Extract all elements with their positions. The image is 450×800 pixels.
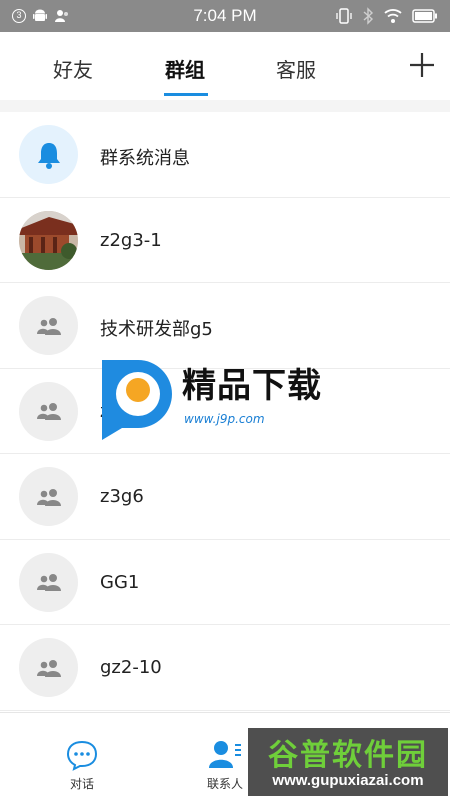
- wifi-icon: [384, 9, 402, 23]
- bell-icon: [37, 142, 60, 169]
- nav-item-chat[interactable]: 对话: [37, 719, 127, 797]
- group-name: 群系统消息: [100, 148, 190, 169]
- avatar: [19, 638, 78, 697]
- list-item[interactable]: gz2-10: [0, 625, 450, 711]
- group-name: gz2-10: [100, 657, 162, 678]
- group-icon: [36, 659, 61, 677]
- group-name: GG1: [100, 571, 140, 593]
- tab-groups[interactable]: 群组: [165, 54, 205, 83]
- group-icon: [36, 574, 61, 591]
- group-name: z2g3-1: [100, 229, 162, 251]
- j9p-watermark-url: www.j9p.com: [184, 412, 265, 426]
- vibrate-icon: [336, 8, 352, 24]
- avatar: [19, 381, 78, 441]
- nav-label-chat: 对话: [69, 777, 94, 791]
- user-status-icon: [55, 10, 68, 22]
- bluetooth-icon: [363, 7, 374, 25]
- gupu-watermark-url: www.gupuxiazai.com: [272, 772, 424, 789]
- status-bar: 3 7:04 PM: [0, 0, 450, 32]
- add-icon[interactable]: [407, 50, 437, 80]
- j9p-watermark: 精品下载 www.j9p.com: [98, 354, 358, 444]
- section-divider: [0, 100, 450, 112]
- notification-count-badge: 3: [12, 9, 26, 23]
- tab-customer-service[interactable]: 客服: [276, 54, 316, 83]
- avatar: [19, 296, 78, 355]
- list-item[interactable]: GG1: [0, 539, 450, 625]
- battery-icon: [412, 9, 437, 23]
- top-tab-bar: 好友 群组 客服: [0, 32, 450, 100]
- avatar: [19, 552, 78, 612]
- j9p-logo-icon: [102, 360, 172, 440]
- android-icon: [33, 9, 47, 21]
- chat-bubble-icon: [66, 740, 98, 771]
- avatar: [19, 125, 78, 184]
- gupu-watermark-title: 谷普软件园: [268, 738, 428, 773]
- photo-avatar: [19, 210, 78, 270]
- list-item[interactable]: 群系统消息: [0, 112, 450, 198]
- j9p-watermark-title: 精品下载: [182, 366, 322, 406]
- temple-photo: [19, 210, 78, 270]
- group-icon: [36, 403, 61, 420]
- group-icon: [36, 488, 61, 506]
- group-name: 技术研发部g5: [100, 319, 213, 340]
- list-item[interactable]: z2g3-1: [0, 197, 450, 283]
- gupu-watermark: 谷普软件园 www.gupuxiazai.com: [248, 728, 448, 796]
- list-item[interactable]: z3g6: [0, 454, 450, 540]
- group-icon: [36, 317, 61, 335]
- active-tab-indicator: [164, 93, 208, 96]
- contacts-icon: [209, 741, 241, 768]
- avatar: [19, 467, 78, 526]
- group-name: z3g6: [100, 486, 144, 507]
- tab-friends[interactable]: 好友: [53, 54, 93, 83]
